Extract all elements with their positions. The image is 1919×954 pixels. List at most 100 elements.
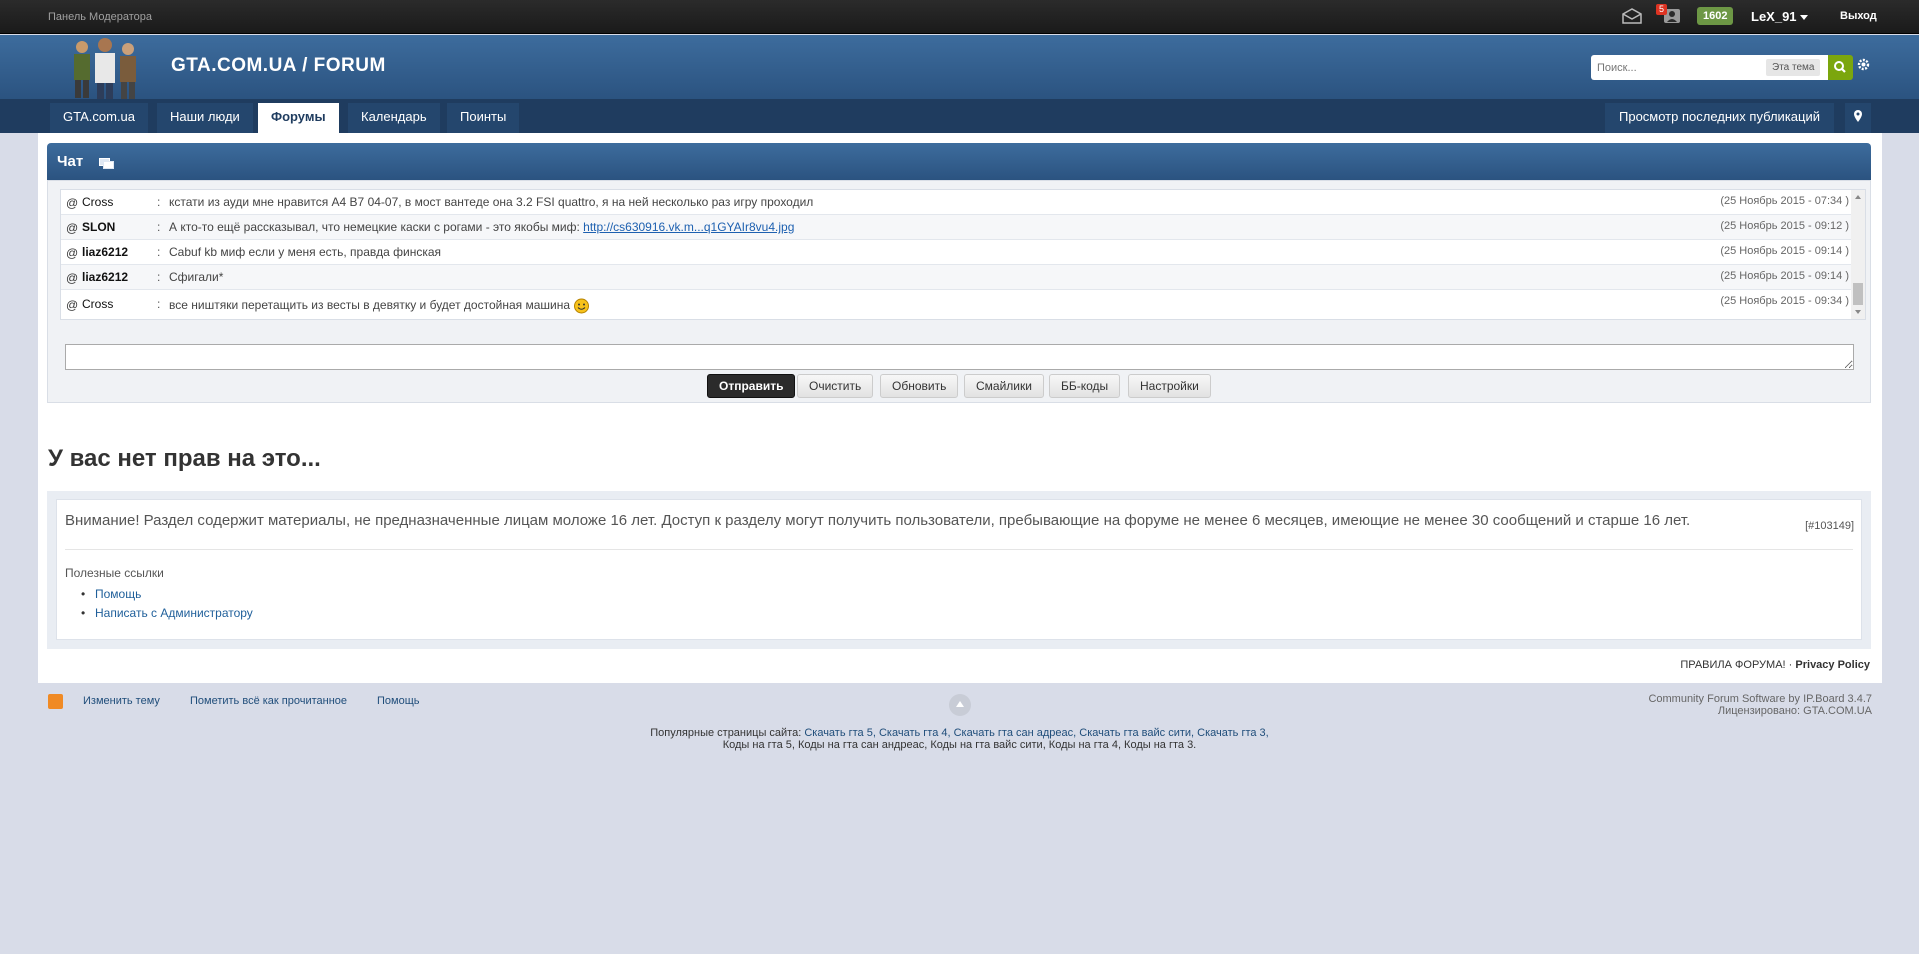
popular-links-2[interactable]: Коды на гта 5, Коды на гта сан андреас, … — [0, 739, 1919, 751]
popular-links-1[interactable]: Скачать гта 5, Скачать гта 4, Скачать гт… — [804, 727, 1268, 739]
copyright-software[interactable]: Community Forum Software by IP.Board 3.4… — [1648, 693, 1872, 705]
copyright-license: Лицензировано: GTA.COM.UA — [1717, 705, 1872, 717]
chat-message: @ Cross : кстати из ауди мне нравится А4… — [61, 190, 1851, 215]
chat-user-name[interactable]: SLON — [82, 220, 115, 234]
envelope-icon[interactable] — [1622, 8, 1642, 24]
chat-message-time: (25 Ноябрь 2015 - 09:14 ) — [1720, 270, 1849, 282]
chat-message-body: все ништяки перетащить из весты в девятк… — [169, 298, 571, 312]
change-theme-link[interactable]: Изменить тему — [83, 695, 160, 707]
gear-icon[interactable] — [1857, 58, 1870, 71]
bbcodes-button[interactable]: ББ-коды — [1049, 374, 1121, 398]
site-title[interactable]: GTA.COM.UA / FORUM — [171, 55, 386, 77]
chat-message-time: (25 Ноябрь 2015 - 07:34 ) — [1720, 195, 1849, 207]
search-scope-toggle[interactable]: Эта тема — [1766, 59, 1821, 76]
chat-message: @ liaz6212 : Cabuf kb миф если у меня ес… — [61, 240, 1851, 265]
separator: : — [157, 245, 161, 259]
clear-button[interactable]: Очистить — [797, 374, 874, 398]
chat-message-input[interactable] — [65, 344, 1854, 370]
help-link[interactable]: Помощь — [81, 585, 253, 604]
chat-message-text: Cabuf kb миф если у меня есть, правда фи… — [169, 245, 442, 259]
chat-user-name[interactable]: liaz6212 — [82, 245, 128, 259]
chat-message: @ Cross : все ништяки перетащить из вест… — [61, 290, 1851, 319]
site-logo-icon[interactable] — [60, 37, 150, 99]
copyright: Community Forum Software by IP.Board 3.4… — [1648, 693, 1872, 717]
mention-button[interactable]: @ — [66, 271, 78, 285]
logout-link[interactable]: Выход — [1840, 10, 1877, 22]
mark-all-read-link[interactable]: Пометить всё как прочитанное — [190, 695, 347, 707]
smiley-icon — [574, 298, 590, 314]
mention-button[interactable]: @ — [66, 298, 78, 312]
main-content: Чат @ Cross : кстати из ауди мне нравитс… — [38, 133, 1882, 683]
chat-settings-button[interactable]: Настройки — [1128, 374, 1211, 398]
footer-help-link[interactable]: Помощь — [377, 695, 420, 707]
mention-button[interactable]: @ — [66, 196, 78, 210]
tab-calendar[interactable]: Календарь — [348, 103, 440, 133]
chat-user-name[interactable]: liaz6212 — [82, 270, 128, 284]
separator: : — [157, 297, 161, 311]
chat-header: Чат — [47, 143, 1871, 180]
popular-pages: Популярные страницы сайта: Скачать гта 5… — [0, 727, 1919, 751]
location-pin-button[interactable] — [1845, 103, 1871, 133]
forum-rules-link[interactable]: ПРАВИЛА ФОРУМА! — [1680, 659, 1785, 671]
chat-message-link[interactable]: http://cs630916.vk.m...q1GYAIr8vu4.jpg — [583, 220, 794, 234]
scroll-up-arrow-icon[interactable] — [1855, 195, 1861, 199]
tab-our-people[interactable]: Наши люди — [157, 103, 253, 133]
separator: : — [157, 195, 161, 209]
divider — [65, 549, 1853, 550]
useful-links-heading: Полезные ссылки — [65, 566, 164, 580]
chat-scrollbar[interactable] — [1851, 190, 1865, 319]
chat-message-text: А кто-то ещё рассказывал, что немецкие к… — [169, 220, 794, 234]
scroll-down-arrow-icon[interactable] — [1855, 310, 1861, 314]
popular-pages-label: Популярные страницы сайта: — [650, 727, 802, 739]
chat-user-name[interactable]: Cross — [82, 297, 113, 311]
top-bar: Панель Модератора 5 1602 LeX_91 Выход — [0, 0, 1919, 34]
site-header: GTA.COM.UA / FORUM Эта тема — [0, 35, 1919, 99]
scrollbar-thumb[interactable] — [1853, 283, 1863, 305]
back-to-top-icon[interactable] — [949, 694, 971, 716]
error-code: [#103149] — [1805, 520, 1854, 532]
page-title: У вас нет прав на это... — [48, 445, 321, 472]
send-button[interactable]: Отправить — [707, 374, 796, 398]
tab-forums[interactable]: Форумы — [258, 103, 339, 133]
privacy-policy-link[interactable]: Privacy Policy — [1795, 659, 1870, 671]
forum-footer-links: ПРАВИЛА ФОРУМА! · Privacy Policy — [1680, 659, 1870, 671]
chat-messages[interactable]: @ Cross : кстати из ауди мне нравится А4… — [60, 189, 1866, 320]
chevron-down-icon[interactable] — [1800, 15, 1808, 20]
points-badge[interactable]: 1602 — [1697, 7, 1734, 25]
chat-message-text: все ништяки перетащить из весты в девятк… — [169, 297, 590, 314]
main-nav: GTA.com.ua Наши люди Форумы Календарь По… — [0, 99, 1919, 133]
separator: : — [157, 270, 161, 284]
chat-message-time: (25 Ноябрь 2015 - 09:12 ) — [1720, 220, 1849, 232]
search-input[interactable] — [1597, 59, 1757, 76]
useful-links-list: Помощь Написать с Администратору — [81, 585, 253, 623]
age-warning-text: Внимание! Раздел содержит материалы, не … — [65, 512, 1691, 529]
view-recent-posts-link[interactable]: Просмотр последних публикаций — [1605, 103, 1834, 133]
error-notice: Внимание! Раздел содержит материалы, не … — [56, 499, 1862, 640]
chat-message: @ liaz6212 : Сфигали* (25 Ноябрь 2015 - … — [61, 265, 1851, 290]
error-notice-panel: Внимание! Раздел содержит материалы, не … — [47, 491, 1871, 649]
tab-points[interactable]: Поинты — [447, 103, 520, 133]
search-button[interactable] — [1828, 55, 1853, 80]
tab-gta-com-ua[interactable]: GTA.com.ua — [50, 103, 149, 133]
moderator-panel-link[interactable]: Панель Модератора — [48, 11, 152, 23]
popout-window-icon[interactable] — [99, 158, 114, 169]
map-pin-icon — [1854, 110, 1862, 122]
chat-message-text: кстати из ауди мне нравится А4 В7 04-07,… — [169, 195, 814, 209]
chat-message: @ SLON : А кто-то ещё рассказывал, что н… — [61, 215, 1851, 240]
mention-button[interactable]: @ — [66, 221, 78, 235]
separator: : — [157, 220, 161, 234]
chat-message-time: (25 Ноябрь 2015 - 09:34 ) — [1720, 295, 1849, 307]
rss-icon[interactable] — [48, 694, 63, 709]
smilies-button[interactable]: Смайлики — [964, 374, 1044, 398]
chat-button-row: Отправить Очистить Обновить Смайлики ББ-… — [48, 374, 1870, 398]
popular-pages-line-1: Популярные страницы сайта: Скачать гта 5… — [0, 727, 1919, 739]
chat-message-text: Сфигали* — [169, 270, 224, 284]
notification-count-badge: 5 — [1656, 4, 1668, 15]
chat-user-name[interactable]: Cross — [82, 195, 113, 209]
mention-button[interactable]: @ — [66, 246, 78, 260]
separator-dot: · — [1788, 659, 1793, 671]
refresh-button[interactable]: Обновить — [880, 374, 959, 398]
contact-admin-link[interactable]: Написать с Администратору — [81, 604, 253, 623]
chat-panel: @ Cross : кстати из ауди мне нравится А4… — [47, 180, 1871, 403]
user-menu[interactable]: LeX_91 — [1751, 9, 1797, 24]
